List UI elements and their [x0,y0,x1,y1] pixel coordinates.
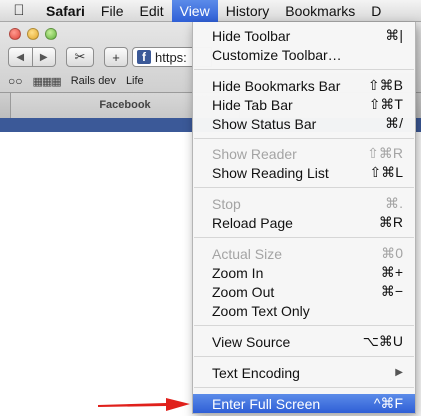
menu-item-view-source[interactable]: View Source ⌥⌘U [193,332,415,351]
menu-item-show-status-bar[interactable]: Show Status Bar ⌘/ [193,114,415,133]
address-text: https: [155,49,187,65]
menu-item-actual-size: Actual Size ⌘0 [212,245,403,262]
zoom-window-button[interactable] [45,28,57,40]
forward-icon[interactable]: ▶ [33,48,56,66]
menu-file[interactable]: File [93,0,132,22]
menu-item-reload-page[interactable]: Reload Page ⌘R [193,213,415,232]
menu-separator [194,356,414,357]
red-arrow-icon [98,398,190,411]
menu-item-enter-full-screen[interactable]: Enter Full Screen ^⌘F [193,394,415,413]
view-menu-dropdown: Hide Toolbar ⌘| Customize Toolbar… Hide … [192,22,416,414]
menu-view[interactable]: View [171,0,218,22]
menu-item-show-reader: Show Reader ⇧⌘R [212,145,403,162]
back-forward-buttons: ◀ ▶ [8,47,56,67]
menu-bar:  Safari File Edit View History Bookmark… [0,0,421,22]
menu-separator [194,387,414,388]
menu-edit[interactable]: Edit [131,0,171,22]
plus-icon: + [112,49,120,65]
menu-separator [194,69,414,70]
submenu-arrow-icon: ▶ [395,367,403,378]
bookmark-life[interactable]: Life [126,75,144,87]
add-bookmark-button[interactable]: + [104,47,128,67]
menu-item-zoom-out[interactable]: Zoom Out ⌘− [193,282,415,301]
menu-safari[interactable]: Safari [38,0,93,22]
menu-item-stop: Stop ⌘. [212,195,403,212]
close-window-button[interactable] [9,28,21,40]
menu-item-hide-toolbar[interactable]: Hide Toolbar ⌘| [193,26,415,45]
menu-item-customize-toolbar[interactable]: Customize Toolbar… [193,45,415,64]
menu-item-zoom-in[interactable]: Zoom In ⌘+ [193,263,415,282]
back-icon[interactable]: ◀ [9,48,33,66]
reading-list-icon[interactable]: ○○ [8,74,23,88]
menu-item-show-reading-list[interactable]: Show Reading List ⇧⌘L [193,163,415,182]
menu-item-hide-tab-bar[interactable]: Hide Tab Bar ⇧⌘T [193,95,415,114]
bookmark-rails-dev[interactable]: Rails dev [71,75,116,87]
minimize-window-button[interactable] [27,28,39,40]
apple-icon[interactable]:  [0,2,38,19]
menu-develop[interactable]: D [363,0,389,22]
menu-bookmarks[interactable]: Bookmarks [277,0,363,22]
scissors-button[interactable]: ✂ [66,47,94,67]
menu-separator [194,237,414,238]
menu-history[interactable]: History [218,0,278,22]
scissors-icon: ✂ [74,49,86,64]
menu-separator [194,187,414,188]
menu-separator [194,138,414,139]
top-sites-icon[interactable]: ▦▦▦ [33,75,62,88]
facebook-favicon-icon: f [137,50,151,64]
menu-item-text-encoding[interactable]: Text Encoding ▶ [193,363,415,382]
menu-separator [194,325,414,326]
menu-item-zoom-text-only[interactable]: Zoom Text Only [193,301,415,320]
menu-item-hide-bookmarks-bar[interactable]: Hide Bookmarks Bar ⇧⌘B [193,76,415,95]
